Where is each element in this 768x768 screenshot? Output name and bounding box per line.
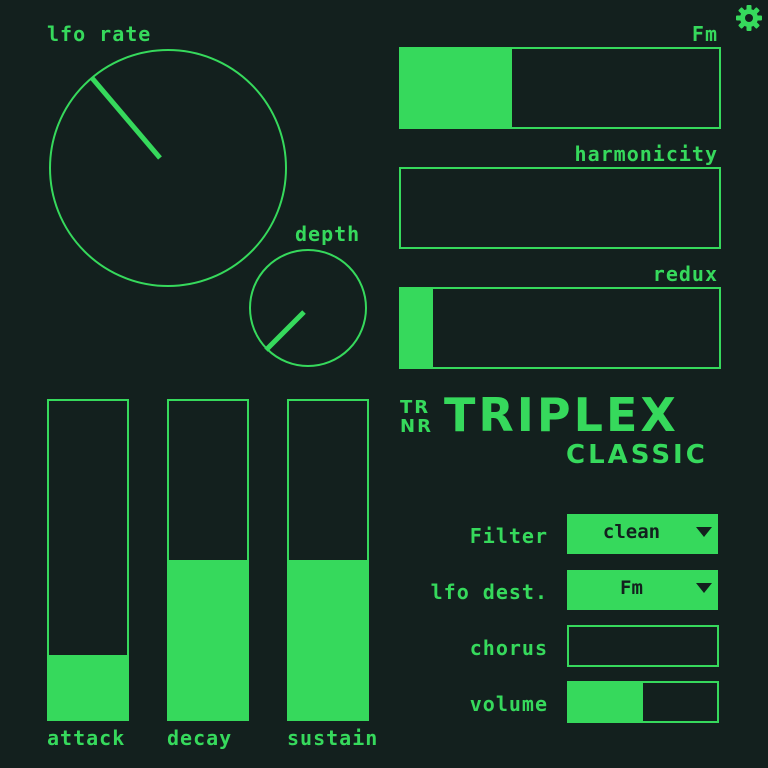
decay-slider-fill — [169, 560, 247, 719]
gear-icon — [736, 5, 762, 31]
attack-slider-fill — [49, 655, 127, 719]
volume-slider-fill — [569, 683, 643, 721]
logo-title: TRIPLEX — [444, 388, 679, 442]
depth-knob[interactable] — [248, 248, 368, 368]
chevron-down-icon — [696, 527, 712, 537]
redux-slider-fill — [401, 289, 433, 367]
depth-pointer — [264, 310, 306, 352]
redux-label: redux — [652, 262, 718, 286]
chevron-down-icon — [696, 583, 712, 593]
filter-label: Filter — [469, 524, 548, 548]
harmonicity-label: harmonicity — [574, 142, 718, 166]
settings-button[interactable] — [734, 3, 764, 33]
volume-slider[interactable] — [567, 681, 719, 723]
sustain-label: sustain — [287, 726, 379, 750]
logo-subtitle: CLASSIC — [566, 440, 708, 470]
lfo-rate-pointer — [90, 76, 162, 160]
lfo-rate-label: lfo rate — [47, 22, 152, 46]
attack-slider[interactable] — [47, 399, 129, 721]
redux-slider[interactable] — [399, 287, 721, 369]
filter-dropdown[interactable]: clean — [567, 514, 718, 554]
lfo-dest-label: lfo dest. — [430, 580, 548, 604]
fm-slider-fill — [401, 49, 513, 127]
sustain-slider-fill — [289, 560, 367, 719]
volume-label: volume — [469, 692, 548, 716]
chorus-slider[interactable] — [567, 625, 719, 667]
decay-label: decay — [167, 726, 233, 750]
sustain-slider[interactable] — [287, 399, 369, 721]
attack-label: attack — [47, 726, 126, 750]
logo-small-bottom: NR — [400, 416, 433, 437]
lfo-dest-dropdown[interactable]: Fm — [567, 570, 718, 610]
lfo-dest-value: Fm — [620, 577, 643, 599]
chorus-label: chorus — [469, 636, 548, 660]
depth-label: depth — [295, 222, 361, 246]
logo-small-top: TR — [400, 397, 431, 418]
harmonicity-slider[interactable] — [399, 167, 721, 249]
filter-value: clean — [602, 521, 661, 543]
decay-slider[interactable] — [167, 399, 249, 721]
fm-label: Fm — [691, 22, 718, 46]
fm-slider[interactable] — [399, 47, 721, 129]
